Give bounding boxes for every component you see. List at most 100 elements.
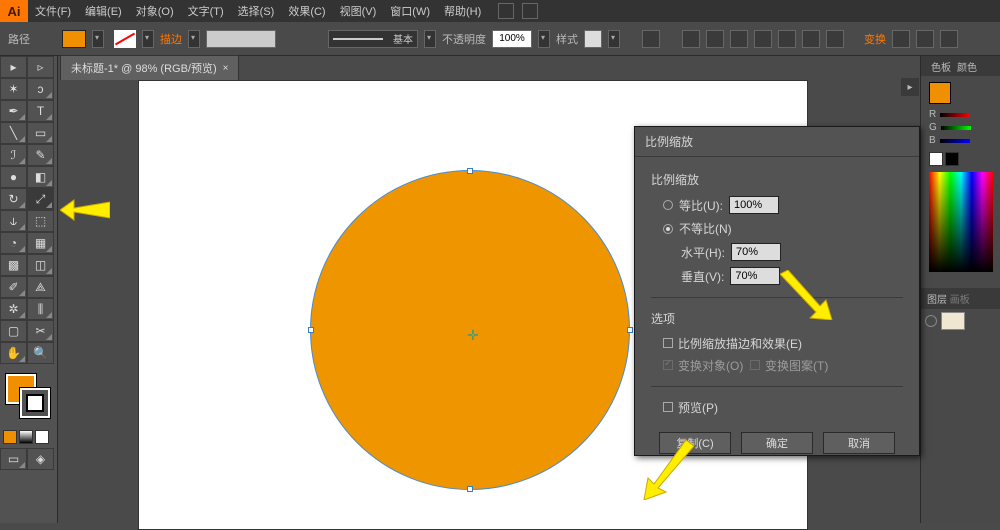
- free-transform-tool[interactable]: ⬚: [27, 210, 54, 232]
- blend-tool[interactable]: ⟁: [27, 276, 54, 298]
- width-tool[interactable]: ⫝: [0, 210, 27, 232]
- menu-file[interactable]: 文件(F): [28, 3, 78, 19]
- stroke-color[interactable]: [20, 388, 50, 418]
- direct-selection-tool[interactable]: ▹: [27, 56, 54, 78]
- gradient-tool[interactable]: ◫: [27, 254, 54, 276]
- document-tab[interactable]: 未标题-1* @ 98% (RGB/预览) ×: [60, 55, 239, 80]
- nonuniform-radio[interactable]: [663, 224, 673, 234]
- copy-button[interactable]: 复制(C): [659, 432, 731, 454]
- fill-swatch[interactable]: [62, 30, 86, 48]
- align-3-icon[interactable]: [730, 30, 748, 48]
- panel-none-icon[interactable]: [929, 152, 943, 166]
- preview-checkbox[interactable]: [663, 402, 673, 412]
- close-tab-icon[interactable]: ×: [223, 63, 229, 74]
- menu-edit[interactable]: 编辑(E): [78, 3, 129, 19]
- hand-tool[interactable]: ✋: [0, 342, 27, 364]
- anchor-bottom[interactable]: [467, 486, 473, 492]
- style-swatch[interactable]: [584, 30, 602, 48]
- r-slider[interactable]: [940, 113, 970, 117]
- panel-fill-swatch[interactable]: [929, 82, 951, 104]
- eyedropper-tool[interactable]: ✐: [0, 276, 27, 298]
- layer-visibility-icon[interactable]: [925, 315, 937, 327]
- menu-object[interactable]: 对象(O): [129, 3, 181, 19]
- stroke-dropdown[interactable]: [142, 30, 154, 48]
- align-1-icon[interactable]: [682, 30, 700, 48]
- stroke-weight-field[interactable]: [206, 30, 276, 48]
- cancel-button[interactable]: 取消: [823, 432, 895, 454]
- transform-link[interactable]: 变换: [864, 31, 886, 47]
- transform-icon-3[interactable]: [940, 30, 958, 48]
- g-slider[interactable]: [941, 126, 971, 130]
- menu-window[interactable]: 窗口(W): [383, 3, 437, 19]
- transform-icon-2[interactable]: [916, 30, 934, 48]
- menu-select[interactable]: 选择(S): [231, 3, 282, 19]
- style-dd[interactable]: [608, 30, 620, 48]
- vertical-input[interactable]: 70%: [730, 267, 780, 285]
- artboard-tool[interactable]: ▢: [0, 320, 27, 342]
- anchor-left[interactable]: [308, 327, 314, 333]
- fill-stroke-block[interactable]: [0, 368, 57, 436]
- color-mode-icon[interactable]: [3, 430, 17, 444]
- menu-view[interactable]: 视图(V): [333, 3, 384, 19]
- artboards-tab[interactable]: 画板: [950, 295, 970, 306]
- perspective-tool[interactable]: ▦: [27, 232, 54, 254]
- line-tool[interactable]: ╲: [0, 122, 27, 144]
- recolor-icon[interactable]: [642, 30, 660, 48]
- uniform-radio[interactable]: [663, 200, 673, 210]
- menu-effect[interactable]: 效果(C): [281, 3, 332, 19]
- slice-tool[interactable]: ✂: [27, 320, 54, 342]
- screen-mode-tool[interactable]: ▭: [0, 448, 27, 470]
- menu-type[interactable]: 文字(T): [181, 3, 231, 19]
- menu-help[interactable]: 帮助(H): [437, 3, 488, 19]
- align-5-icon[interactable]: [778, 30, 796, 48]
- draw-mode-tool[interactable]: ◈: [27, 448, 54, 470]
- shape-builder-tool[interactable]: ◔: [0, 232, 27, 254]
- align-2-icon[interactable]: [706, 30, 724, 48]
- brush-dd[interactable]: [424, 30, 436, 48]
- color-spectrum[interactable]: [929, 172, 993, 272]
- symbol-sprayer-tool[interactable]: ✲: [0, 298, 27, 320]
- stroke-label[interactable]: 描边: [160, 31, 182, 47]
- swatches-tab[interactable]: 色板: [931, 59, 951, 74]
- panel-black-icon[interactable]: [945, 152, 959, 166]
- stroke-weight-dd[interactable]: [188, 30, 200, 48]
- panel-collapse-icon[interactable]: ▸: [901, 78, 919, 96]
- align-6-icon[interactable]: [802, 30, 820, 48]
- transform-icon-1[interactable]: [892, 30, 910, 48]
- brush-profile[interactable]: 基本: [328, 30, 418, 48]
- ok-button[interactable]: 确定: [741, 432, 813, 454]
- anchor-right[interactable]: [627, 327, 633, 333]
- none-mode-icon[interactable]: [35, 430, 49, 444]
- layout-icon[interactable]: [498, 3, 514, 19]
- b-slider[interactable]: [940, 139, 970, 143]
- type-tool[interactable]: T: [27, 100, 54, 122]
- gradient-mode-icon[interactable]: [19, 430, 33, 444]
- arrange-icon[interactable]: [522, 3, 538, 19]
- selection-tool[interactable]: ▸: [0, 56, 27, 78]
- uniform-input[interactable]: 100%: [729, 196, 779, 214]
- magic-wand-tool[interactable]: ✶: [0, 78, 27, 100]
- pencil-tool[interactable]: ✎: [27, 144, 54, 166]
- pen-tool[interactable]: ✒: [0, 100, 27, 122]
- anchor-top[interactable]: [467, 168, 473, 174]
- horizontal-input[interactable]: 70%: [731, 243, 781, 261]
- layers-tab[interactable]: 图层: [927, 295, 947, 306]
- opacity-dd[interactable]: [538, 30, 550, 48]
- graph-tool[interactable]: ⫼: [27, 298, 54, 320]
- layer-row[interactable]: [921, 309, 1000, 333]
- scale-tool[interactable]: ⤢: [27, 188, 54, 210]
- blob-brush-tool[interactable]: ●: [0, 166, 27, 188]
- rotate-tool[interactable]: ↻: [0, 188, 27, 210]
- rectangle-tool[interactable]: ▭: [27, 122, 54, 144]
- zoom-tool[interactable]: 🔍: [27, 342, 54, 364]
- fill-dropdown[interactable]: [92, 30, 104, 48]
- opacity-input[interactable]: 100%: [492, 30, 532, 48]
- scale-strokes-checkbox[interactable]: [663, 338, 673, 348]
- eraser-tool[interactable]: ◧: [27, 166, 54, 188]
- mesh-tool[interactable]: ▩: [0, 254, 27, 276]
- align-7-icon[interactable]: [826, 30, 844, 48]
- stroke-none-swatch[interactable]: [114, 30, 136, 48]
- color-tab[interactable]: 颜色: [957, 59, 977, 74]
- align-4-icon[interactable]: [754, 30, 772, 48]
- paintbrush-tool[interactable]: ℐ: [0, 144, 27, 166]
